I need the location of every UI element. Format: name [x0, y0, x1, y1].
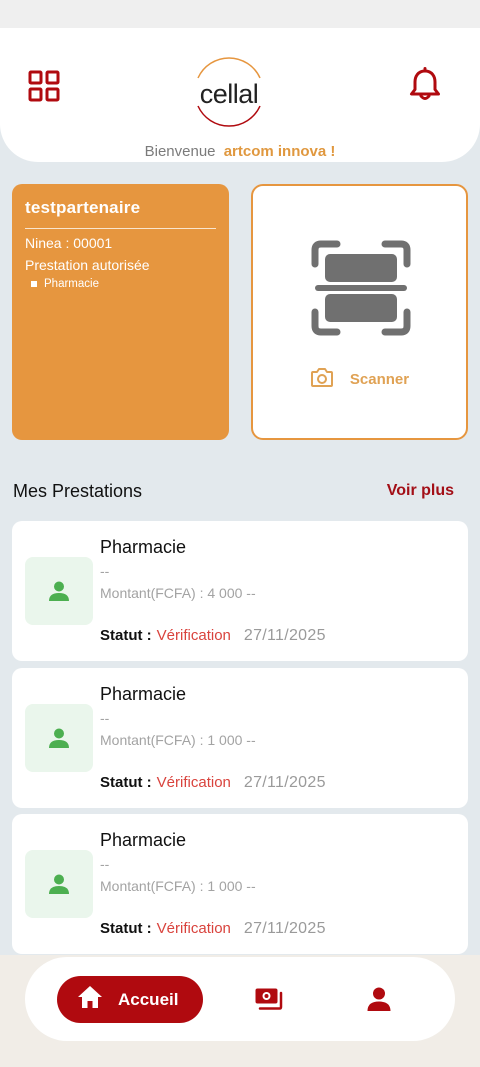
scanner-label-row: Scanner: [253, 366, 466, 393]
item-date: 27/11/2025: [243, 920, 326, 937]
status-badge: Vérification: [156, 627, 231, 644]
status-label: Statut :: [100, 774, 152, 791]
money-icon[interactable]: [254, 987, 284, 1011]
item-subtitle: --: [100, 856, 110, 872]
bottom-navigation: Accueil: [25, 957, 455, 1041]
item-amount: Montant(FCFA) : 4 000 --: [100, 585, 256, 601]
scanner-label: Scanner: [349, 371, 410, 388]
welcome-message: Bienvenue artcom innova !: [0, 143, 480, 160]
welcome-prefix: Bienvenue: [144, 143, 216, 160]
item-title: Pharmacie: [100, 684, 187, 704]
item-subtitle: --: [100, 563, 110, 579]
user-icon: [49, 874, 69, 894]
prestation-list-item[interactable]: Pharmacie -- Montant(FCFA) : 1 000 -- St…: [12, 668, 468, 808]
prestation-title: Prestation autorisée: [25, 257, 150, 273]
app-header: cellal Bienvenue artcom innova !: [0, 28, 480, 162]
see-more-link[interactable]: Voir plus: [387, 482, 454, 500]
nav-home-button[interactable]: Accueil: [57, 976, 203, 1023]
grid-menu-icon[interactable]: [26, 68, 62, 104]
user-icon: [49, 728, 69, 748]
logo-text: cellal: [200, 79, 259, 109]
scanner-button[interactable]: Scanner: [251, 184, 468, 440]
status-label: Statut :: [100, 627, 152, 644]
qr-scan-icon: [311, 240, 411, 336]
partner-ninea: Ninea : 00001: [25, 235, 113, 251]
item-status-row: Statut : Vérification 27/11/2025: [100, 627, 326, 645]
cellal-logo: cellal: [186, 52, 272, 128]
welcome-username: artcom innova !: [223, 143, 336, 160]
profile-icon[interactable]: [366, 986, 392, 1012]
partner-card: testpartenaire Ninea : 00001 Prestation …: [12, 184, 229, 440]
section-title: Mes Prestations: [13, 481, 143, 501]
item-title: Pharmacie: [100, 830, 187, 850]
user-icon: [49, 581, 69, 601]
item-status-row: Statut : Vérification 27/11/2025: [100, 920, 326, 938]
prestation-item-label: Pharmacie: [44, 278, 99, 290]
partner-name: testpartenaire: [25, 198, 216, 229]
nav-home-label: Accueil: [118, 989, 179, 1009]
item-status-row: Statut : Vérification 27/11/2025: [100, 774, 326, 792]
bullet-icon: [31, 281, 37, 287]
camera-icon: [310, 366, 334, 393]
item-amount: Montant(FCFA) : 1 000 --: [100, 878, 256, 894]
avatar: [25, 557, 93, 625]
item-title: Pharmacie: [100, 537, 187, 557]
status-badge: Vérification: [156, 920, 231, 937]
status-bar: [0, 0, 480, 28]
item-amount: Montant(FCFA) : 1 000 --: [100, 732, 256, 748]
item-date: 27/11/2025: [243, 627, 326, 644]
bell-icon[interactable]: [406, 66, 444, 104]
avatar: [25, 704, 93, 772]
item-subtitle: --: [100, 710, 110, 726]
prestation-item: Pharmacie: [25, 278, 216, 290]
prestation-list-item[interactable]: Pharmacie -- Montant(FCFA) : 4 000 -- St…: [12, 521, 468, 661]
prestation-list-item[interactable]: Pharmacie -- Montant(FCFA) : 1 000 -- St…: [12, 814, 468, 954]
avatar: [25, 850, 93, 918]
status-label: Statut :: [100, 920, 152, 937]
home-icon: [77, 985, 103, 1014]
item-date: 27/11/2025: [243, 774, 326, 791]
status-badge: Vérification: [156, 774, 231, 791]
